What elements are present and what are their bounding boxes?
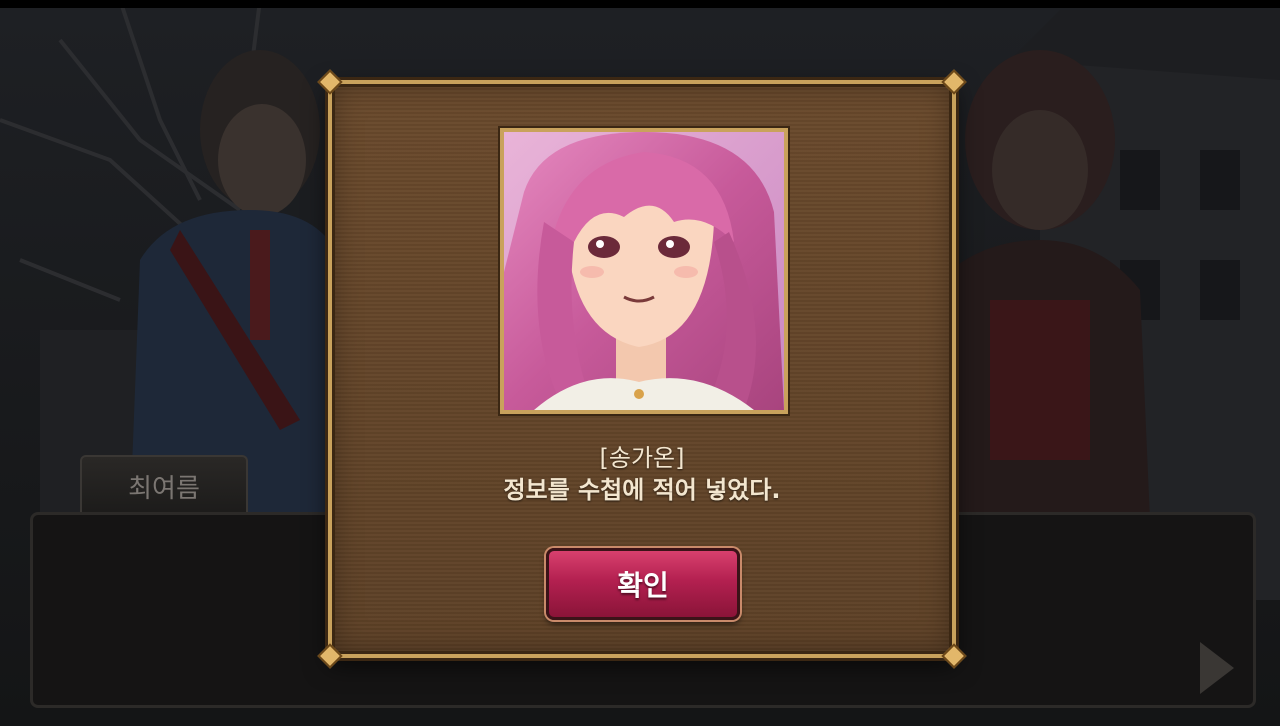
info-message: [송가온] 정보를 수첩에 적어 넣었다. — [332, 442, 952, 506]
game-screen: 최여름 [송가온] 정보를 수첩에 적어 넣었다. 확인 — [0, 0, 1280, 726]
info-popup: [송가온] 정보를 수첩에 적어 넣었다. 확인 — [317, 69, 967, 669]
character-portrait — [500, 128, 788, 414]
info-message-text: 정보를 수첩에 적어 넣었다. — [503, 476, 781, 504]
speaker-name: 최여름 — [128, 473, 200, 504]
confirm-button[interactable]: 확인 — [546, 548, 740, 620]
speaker-name-tab: 최여름 — [80, 455, 248, 515]
top-bar — [0, 0, 1280, 8]
character-name: [송가온] — [599, 444, 685, 472]
portrait-image — [504, 132, 784, 410]
next-arrow-icon[interactable] — [1200, 642, 1234, 694]
